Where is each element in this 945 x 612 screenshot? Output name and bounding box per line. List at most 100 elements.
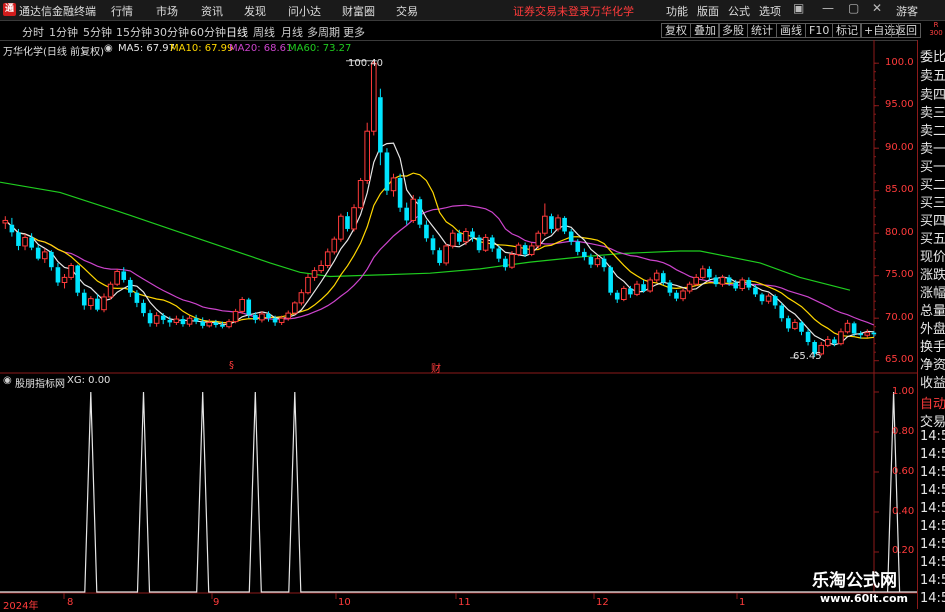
candle-body <box>476 237 482 251</box>
sp-turnover[interactable]: 换手 <box>920 336 945 355</box>
candle-body <box>278 317 285 323</box>
sp-change[interactable]: 涨跌 <box>920 264 945 283</box>
ma60-label: MA60: 73.27 <box>288 43 352 54</box>
candlestick <box>430 234 436 255</box>
candle-body <box>851 323 857 334</box>
candlestick <box>786 315 791 332</box>
candle-body <box>515 244 522 255</box>
candlestick <box>298 289 305 306</box>
candle-body <box>29 237 34 248</box>
date-tick: 8 <box>67 597 74 608</box>
sp-sell3[interactable]: 卖三 <box>920 102 945 121</box>
candlestick <box>331 236 338 255</box>
candle-body <box>844 322 851 333</box>
event-marker-cai[interactable]: 财 <box>431 360 441 375</box>
sp-buy2[interactable]: 买二 <box>920 174 945 193</box>
candle-body <box>88 298 94 306</box>
price-tick: 95.00 <box>885 99 914 110</box>
candle-body <box>614 292 620 300</box>
candlestick <box>49 250 54 271</box>
candlestick <box>186 315 193 327</box>
candlestick <box>404 202 409 225</box>
kline-chart[interactable] <box>0 0 945 609</box>
sp-weibi[interactable]: 委比 <box>920 46 945 65</box>
sp-earnings[interactable]: 收益 <box>920 372 945 391</box>
candlestick <box>535 230 542 249</box>
candle-body <box>779 305 785 319</box>
candle-body <box>594 258 601 266</box>
candlestick <box>35 245 41 261</box>
candle-body <box>463 231 469 243</box>
candlestick <box>674 290 679 302</box>
candlestick <box>200 317 205 329</box>
sp-outer-volume[interactable]: 外盘 <box>920 318 945 337</box>
indicator-tick: 1.00 <box>892 386 915 397</box>
candle-body <box>746 279 752 288</box>
candlestick <box>88 296 94 310</box>
candlestick <box>779 302 785 322</box>
sp-volume[interactable]: 总量 <box>920 300 945 319</box>
candle-body <box>786 318 791 329</box>
ma5-line <box>4 142 874 346</box>
date-tick: 1 <box>739 597 746 608</box>
sp-buy5[interactable]: 买五 <box>920 228 945 247</box>
sp-auto[interactable]: 自动 <box>920 393 945 412</box>
sp-trade[interactable]: 交易 <box>920 411 945 430</box>
candlestick <box>582 248 587 261</box>
candlestick <box>193 314 199 325</box>
sp-sell1[interactable]: 卖一 <box>920 138 945 157</box>
event-marker-s[interactable]: § <box>229 360 234 371</box>
sp-net-assets[interactable]: 净资 <box>920 354 945 373</box>
sp-buy3[interactable]: 买三 <box>920 192 945 211</box>
candle-body <box>55 267 61 283</box>
candlestick <box>443 243 449 266</box>
candlestick <box>555 214 561 232</box>
sp-price[interactable]: 现价 <box>920 246 945 265</box>
candlestick <box>634 280 640 297</box>
candle-body <box>2 219 9 224</box>
candle-body <box>285 312 292 319</box>
candle-body <box>134 292 140 303</box>
candle-body <box>634 283 640 295</box>
candle-body <box>272 318 278 323</box>
indicator-tick: 0.20 <box>892 545 915 556</box>
candle-body <box>832 339 837 344</box>
candlestick <box>357 177 364 210</box>
candle-body <box>35 247 41 259</box>
sp-sell5[interactable]: 卖五 <box>920 65 945 84</box>
candlestick <box>239 296 245 314</box>
candle-body <box>805 331 811 342</box>
candlestick <box>621 285 627 302</box>
candlestick <box>568 228 574 246</box>
candle-body <box>449 232 456 247</box>
candle-body <box>528 245 535 255</box>
candlestick <box>515 242 522 257</box>
candlestick <box>686 281 693 294</box>
candle-body <box>707 268 712 278</box>
candle-body <box>443 245 449 264</box>
chart-settings-icon[interactable]: ◉ <box>104 43 113 54</box>
candle-body <box>318 265 324 272</box>
sp-change-pct[interactable]: 涨幅 <box>920 282 945 301</box>
candlestick <box>147 309 153 327</box>
low-price-label: 65.45 <box>793 351 822 362</box>
candlestick <box>437 247 442 266</box>
quote-side-panel[interactable]: 委比 卖五 卖四 卖三 卖二 卖一 买一 买二 买三 买四 买五 现价 涨跌 涨… <box>917 40 945 609</box>
sp-sell2[interactable]: 卖二 <box>920 120 945 139</box>
sp-buy4[interactable]: 买四 <box>920 210 945 229</box>
price-tick: 100.0 <box>885 57 914 68</box>
indicator-settings-icon[interactable]: ◉ <box>3 375 12 386</box>
candlestick <box>41 248 48 263</box>
candle-body <box>799 322 804 332</box>
sp-tick-time: 14:56 <box>920 447 945 462</box>
candle-body <box>601 258 607 268</box>
candle-body <box>457 233 462 242</box>
candle-body <box>753 287 758 295</box>
candle-body <box>186 317 193 325</box>
date-tick: 11 <box>458 597 471 608</box>
candlestick <box>449 229 456 249</box>
candlestick <box>68 262 74 280</box>
candle-body <box>686 283 693 292</box>
sp-sell4[interactable]: 卖四 <box>920 84 945 103</box>
sp-buy1[interactable]: 买一 <box>920 156 945 175</box>
